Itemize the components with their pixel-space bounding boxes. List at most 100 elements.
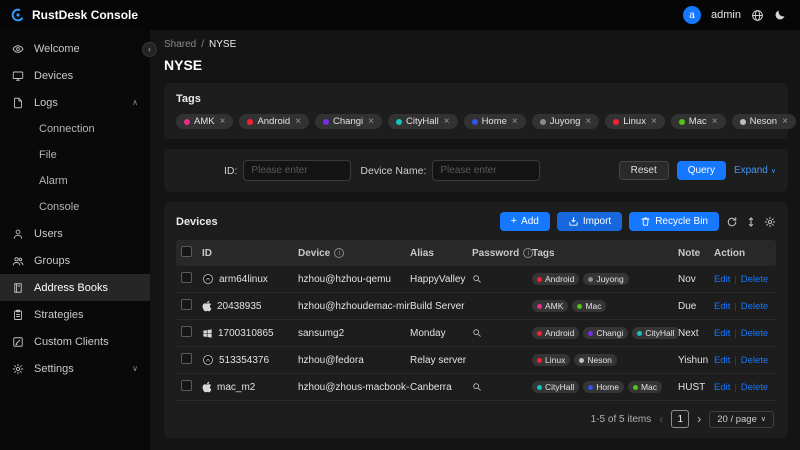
row-checkbox[interactable] xyxy=(181,380,192,391)
tag-label: AMK xyxy=(194,116,215,127)
column-header-alias[interactable]: Alias xyxy=(410,248,472,259)
column-header-note[interactable]: Note xyxy=(678,248,714,259)
layout: Welcome Devices Logs ∧ Connection File A… xyxy=(0,30,800,450)
tag-chip: Mac xyxy=(628,381,662,393)
sidebar: Welcome Devices Logs ∧ Connection File A… xyxy=(0,30,150,450)
sidebar-item-strategies[interactable]: Strategies xyxy=(0,301,150,328)
tag-label: Changi xyxy=(596,328,623,338)
tag-color-dot xyxy=(740,119,746,125)
sidebar-collapse-button[interactable]: ‹ xyxy=(142,42,157,57)
column-height-icon[interactable] xyxy=(745,216,757,228)
sidebar-item-connection[interactable]: Connection xyxy=(0,116,150,142)
next-page-button[interactable]: › xyxy=(697,413,701,425)
delete-link[interactable]: Delete xyxy=(741,274,768,285)
tag-chip[interactable]: Juyong× xyxy=(532,114,599,129)
tag-chip[interactable]: AMK × xyxy=(176,114,233,129)
sidebar-item-alarm[interactable]: Alarm xyxy=(0,168,150,194)
row-checkbox[interactable] xyxy=(181,353,192,364)
expand-toggle[interactable]: Expand ∨ xyxy=(734,165,776,176)
remove-tag-icon[interactable]: × xyxy=(295,117,301,127)
avatar[interactable]: a xyxy=(683,6,701,24)
sidebar-item-groups[interactable]: Groups xyxy=(0,247,150,274)
device-note: Yishun xyxy=(678,355,714,366)
row-checkbox[interactable] xyxy=(181,326,192,337)
refresh-icon[interactable] xyxy=(726,216,738,228)
tag-chip[interactable]: Changi× xyxy=(315,114,382,129)
import-button[interactable]: Import xyxy=(557,212,622,231)
device-alias: Build Server xyxy=(410,301,472,312)
main-content: Shared / NYSE NYSE Tags AMK× Android× Ch… xyxy=(150,30,800,450)
row-checkbox[interactable] xyxy=(181,272,192,283)
delete-link[interactable]: Delete xyxy=(741,328,768,339)
query-button[interactable]: Query xyxy=(677,161,726,180)
tag-chip[interactable]: CityHall× xyxy=(388,114,458,129)
remove-tag-icon[interactable]: × xyxy=(585,117,591,127)
recycle-bin-button[interactable]: Recycle Bin xyxy=(629,212,719,231)
device-name: hzhou@hzhoudemac-mini xyxy=(298,301,410,312)
prev-page-button[interactable]: ‹ xyxy=(659,413,663,425)
action-separator: | xyxy=(734,328,736,338)
page-size-select[interactable]: 20 / page ∨ xyxy=(709,411,774,428)
tag-chip[interactable]: Home× xyxy=(464,114,526,129)
tag-color-dot xyxy=(637,331,642,336)
view-password-icon[interactable] xyxy=(472,274,482,284)
topbar-right: a admin xyxy=(683,6,786,24)
tag-chip[interactable]: Mac× xyxy=(671,114,726,129)
tag-chip[interactable]: Android× xyxy=(239,114,309,129)
row-checkbox[interactable] xyxy=(181,299,192,310)
column-header-tags[interactable]: Tags xyxy=(532,248,678,259)
username[interactable]: admin xyxy=(711,9,741,21)
view-password-icon[interactable] xyxy=(472,382,482,392)
remove-tag-icon[interactable]: × xyxy=(651,117,657,127)
remove-tag-icon[interactable]: × xyxy=(444,117,450,127)
brand: RustDesk Console xyxy=(10,7,138,23)
edit-link[interactable]: Edit xyxy=(714,382,730,393)
sidebar-item-logs[interactable]: Logs ∧ xyxy=(0,89,150,116)
remove-tag-icon[interactable]: × xyxy=(220,117,226,127)
language-icon[interactable] xyxy=(751,9,764,22)
edit-link[interactable]: Edit xyxy=(714,328,730,339)
remove-tag-icon[interactable]: × xyxy=(512,117,518,127)
device-name: hzhou@fedora xyxy=(298,355,410,366)
device-name-input[interactable] xyxy=(432,160,540,181)
column-header-device[interactable]: Devicei xyxy=(298,248,410,259)
tag-color-dot xyxy=(537,385,542,390)
remove-tag-icon[interactable]: × xyxy=(782,117,788,127)
column-header-password[interactable]: Passwordi xyxy=(472,248,532,259)
sidebar-item-console[interactable]: Console xyxy=(0,194,150,220)
remove-tag-icon[interactable]: × xyxy=(368,117,374,127)
reset-button[interactable]: Reset xyxy=(619,161,669,180)
delete-link[interactable]: Delete xyxy=(741,355,768,366)
action-separator: | xyxy=(734,301,736,311)
edit-link[interactable]: Edit xyxy=(714,274,730,285)
sidebar-item-label: Custom Clients xyxy=(34,336,109,348)
delete-link[interactable]: Delete xyxy=(741,301,768,312)
tag-color-dot xyxy=(579,358,584,363)
sidebar-item-custom-clients[interactable]: Custom Clients xyxy=(0,328,150,355)
select-all-checkbox[interactable] xyxy=(181,246,192,257)
sidebar-item-welcome[interactable]: Welcome xyxy=(0,35,150,62)
sidebar-item-settings[interactable]: Settings ∨ xyxy=(0,355,150,382)
action-separator: | xyxy=(734,382,736,392)
tag-color-dot xyxy=(323,119,329,125)
sidebar-item-address-books[interactable]: Address Books xyxy=(0,274,150,301)
sidebar-item-devices[interactable]: Devices xyxy=(0,62,150,89)
sidebar-item-file[interactable]: File xyxy=(0,142,150,168)
add-device-button[interactable]: +Add xyxy=(500,212,550,231)
id-input[interactable] xyxy=(243,160,351,181)
table-settings-icon[interactable] xyxy=(764,216,776,228)
tag-chip[interactable]: Linux× xyxy=(605,114,665,129)
page-number-button[interactable]: 1 xyxy=(671,410,689,428)
theme-toggle-icon[interactable] xyxy=(774,9,786,21)
gear-icon xyxy=(12,363,25,375)
breadcrumb-shared[interactable]: Shared xyxy=(164,39,196,50)
view-password-icon[interactable] xyxy=(472,328,482,338)
sidebar-item-users[interactable]: Users xyxy=(0,220,150,247)
remove-tag-icon[interactable]: × xyxy=(712,117,718,127)
edit-link[interactable]: Edit xyxy=(714,355,730,366)
device-name: hzhou@hzhou-qemu xyxy=(298,274,410,285)
edit-link[interactable]: Edit xyxy=(714,301,730,312)
delete-link[interactable]: Delete xyxy=(741,382,768,393)
tag-chip[interactable]: Neson× xyxy=(732,114,796,129)
column-header-id[interactable]: ID xyxy=(202,248,298,259)
